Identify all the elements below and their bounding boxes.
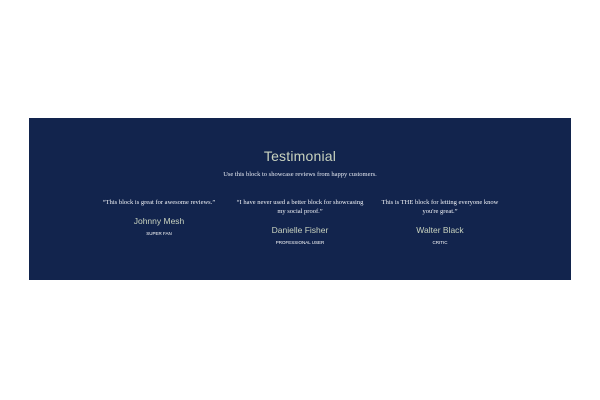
review-card: This is THE block for letting everyone k… xyxy=(375,198,505,245)
reviews-list: “This block is great for awesome reviews… xyxy=(89,198,511,268)
testimonial-section: Testimonial Use this block to showcase r… xyxy=(29,118,571,280)
reviewer-role: SUPER FAN xyxy=(146,231,172,236)
reviewer-name: Johnny Mesh xyxy=(133,216,185,226)
reviewer-role: PROFESSIONAL USER xyxy=(275,240,325,245)
review-quote: “This block is great for awesome reviews… xyxy=(102,199,216,206)
section-title: Testimonial xyxy=(263,148,337,164)
review-quote: This is THE block for letting everyone k… xyxy=(381,199,499,215)
reviewer-role: CRITIC xyxy=(432,240,448,245)
review-quote: “I have never used a better block for sh… xyxy=(236,199,364,215)
reviewer-name: Walter Black xyxy=(416,225,464,235)
section-subtitle: Use this block to showcase reviews from … xyxy=(223,171,377,178)
reviewer-name: Danielle Fisher xyxy=(271,225,329,235)
review-card: “I have never used a better block for sh… xyxy=(235,198,365,245)
review-card: “This block is great for awesome reviews… xyxy=(94,198,224,236)
